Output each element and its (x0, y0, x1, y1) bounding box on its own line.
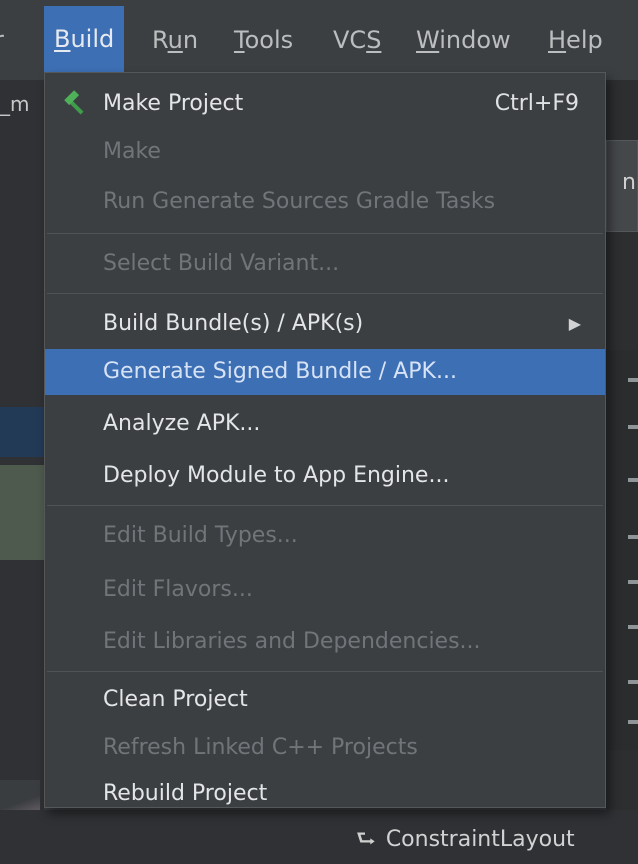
submenu-arrow-icon: ▶ (568, 314, 581, 333)
palette-marker (628, 625, 638, 629)
menu-item-rebuild-project[interactable]: Rebuild Project (45, 771, 605, 817)
menu-separator (47, 671, 603, 672)
menu-item-label: Clean Project (103, 687, 248, 712)
menu-item-run-generate-sources[interactable]: Run Generate Sources Gradle Tasks (45, 179, 605, 225)
project-tree-highlight (0, 465, 44, 560)
project-panel-fragment: _m (0, 92, 30, 116)
menu-item-label: Deploy Module to App Engine... (103, 463, 450, 488)
menu-bar: r Build Run Tools VCS Window Help (0, 0, 638, 80)
menu-help-mnemonic: H (548, 26, 567, 54)
menu-item-select-build-variant[interactable]: Select Build Variant... (45, 241, 605, 287)
menu-item-label: Select Build Variant... (103, 251, 340, 276)
menu-help-label-post: elp (566, 26, 603, 54)
menu-run[interactable]: Run (152, 20, 198, 60)
menu-window[interactable]: Window (416, 20, 511, 60)
menu-window-label-post: indow (439, 26, 511, 54)
menu-item-label: Edit Libraries and Dependencies... (103, 629, 481, 654)
hammer-icon (64, 90, 84, 115)
menu-item-label: Build Bundle(s) / APK(s) (103, 311, 364, 336)
menu-tools[interactable]: Tools (234, 20, 293, 60)
menu-item-edit-build-types[interactable]: Edit Build Types... (45, 513, 605, 559)
menu-item-label: Rebuild Project (103, 781, 268, 806)
menu-item-label: Analyze APK... (103, 411, 261, 436)
menu-help[interactable]: Help (548, 20, 603, 60)
menu-run-mnemonic: u (167, 26, 183, 54)
palette-marker (628, 580, 638, 584)
menu-item-edit-flavors[interactable]: Edit Flavors... (45, 567, 605, 613)
menu-separator (47, 293, 603, 294)
menu-item-build-bundles-apks[interactable]: Build Bundle(s) / APK(s) ▶ (45, 301, 605, 347)
build-menu-dropdown: Make Project Ctrl+F9 Make Run Generate S… (44, 72, 606, 808)
menu-separator (47, 505, 603, 506)
editor-tab-fragment: nl (622, 170, 638, 195)
menu-item-label: Refresh Linked C++ Projects (103, 735, 418, 760)
menu-build[interactable]: Build (44, 6, 125, 72)
menu-item-deploy-module[interactable]: Deploy Module to App Engine... (45, 453, 605, 499)
menu-tools-label-post: ools (244, 26, 294, 54)
menu-item-label: Generate Signed Bundle / APK... (103, 359, 457, 384)
palette-marker (628, 378, 638, 382)
menu-vcs-mnemonic: S (366, 26, 382, 54)
palette-pane (608, 350, 638, 750)
shortcut-label: Ctrl+F9 (494, 91, 579, 116)
menu-fragment: r (0, 20, 4, 60)
menu-item-refresh-linked-cpp[interactable]: Refresh Linked C++ Projects (45, 725, 605, 771)
menu-item-label: Run Generate Sources Gradle Tasks (103, 189, 496, 214)
palette-marker (628, 425, 638, 429)
menu-item-analyze-apk[interactable]: Analyze APK... (45, 401, 605, 447)
palette-marker (628, 535, 638, 539)
menu-build-label-post: uild (70, 25, 115, 53)
menu-separator (47, 233, 603, 234)
menu-run-label-pre: R (152, 26, 168, 54)
component-tree-item[interactable]: ⮑ ConstraintLayout (356, 822, 575, 860)
menu-window-mnemonic: W (416, 26, 440, 54)
constraint-layout-label: ConstraintLayout (385, 827, 575, 852)
menu-run-label-post: n (182, 26, 199, 54)
menu-item-clean-project[interactable]: Clean Project (45, 677, 605, 723)
project-tree-selection (0, 407, 44, 457)
menu-item-label: Make (103, 139, 161, 164)
menu-vcs[interactable]: VCS (333, 20, 381, 60)
menu-build-mnemonic: B (54, 25, 71, 53)
menu-item-label: Make Project (103, 91, 244, 116)
constraint-layout-icon: ⮑ (356, 827, 376, 852)
palette-marker (628, 720, 638, 724)
menu-item-label: Edit Flavors... (103, 577, 253, 602)
palette-marker (628, 478, 638, 482)
menu-item-make[interactable]: Make (45, 129, 605, 175)
menu-item-edit-libraries[interactable]: Edit Libraries and Dependencies... (45, 619, 605, 665)
menu-tools-mnemonic: T (234, 26, 245, 54)
menu-item-generate-signed-bundle[interactable]: Generate Signed Bundle / APK... (45, 349, 605, 395)
menu-item-label: Edit Build Types... (103, 523, 298, 548)
palette-marker (628, 680, 638, 684)
menu-vcs-label-pre: VC (333, 26, 367, 54)
menu-item-make-project[interactable]: Make Project Ctrl+F9 (45, 81, 605, 127)
